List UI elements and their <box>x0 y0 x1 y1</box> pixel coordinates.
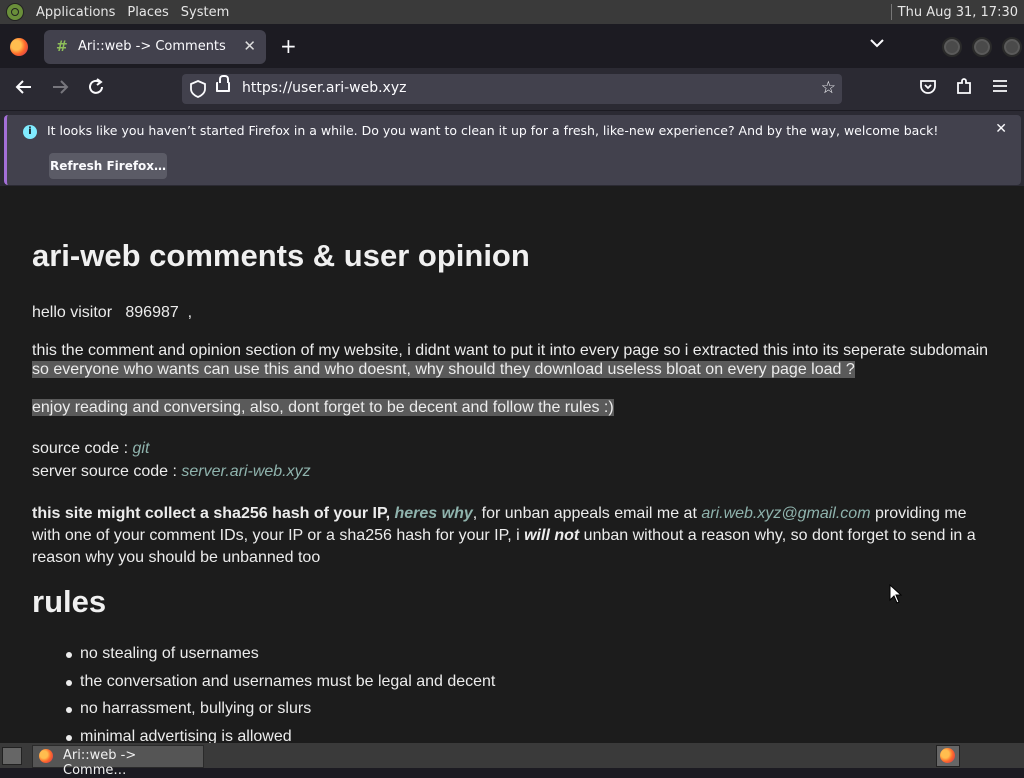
bookmark-star-icon[interactable]: ☆ <box>821 78 836 98</box>
show-desktop-icon[interactable] <box>2 747 22 765</box>
git-link[interactable]: git <box>133 440 150 457</box>
will-not-emphasis: will not <box>524 527 580 544</box>
rule-item: no harrassment, bullying or slurs <box>65 700 495 728</box>
minimize-window-icon[interactable] <box>942 37 962 57</box>
privacy-tail: providing me <box>870 505 967 522</box>
intro-line-2: so everyone who wants can use this and w… <box>32 360 855 379</box>
source-code-line: source code : git <box>32 439 149 458</box>
server-link[interactable]: server.ari-web.xyz <box>181 463 310 480</box>
visitor-prefix: hello visitor <box>32 304 113 321</box>
back-arrow-icon[interactable] <box>12 78 36 101</box>
tab-strip: # Ari::web -> Comments ✕ + <box>0 24 1024 68</box>
url-text[interactable]: https://user.ari-web.xyz <box>242 80 406 96</box>
rules-heading: rules <box>32 584 107 619</box>
notification-message: It looks like you haven’t started Firefo… <box>47 123 939 138</box>
visitor-id: 896987 <box>125 304 179 321</box>
rule-item: no stealing of usernames <box>65 645 495 673</box>
menu-places[interactable]: Places <box>127 5 168 20</box>
privacy-notice: this site might collect a sha256 hash of… <box>32 503 992 569</box>
page-title: ari-web comments & user opinion <box>32 238 530 273</box>
intro-line-1: this the comment and opinion section of … <box>32 342 989 359</box>
visitor-suffix: , <box>187 304 193 321</box>
enjoy-text: enjoy reading and conversing, also, dont… <box>32 399 614 416</box>
close-tab-icon[interactable]: ✕ <box>243 37 256 55</box>
refresh-firefox-button[interactable]: Refresh Firefox… <box>49 153 167 179</box>
pocket-icon[interactable] <box>916 78 940 101</box>
server-label: server source code : <box>32 463 182 480</box>
visitor-greeting: hello visitor 896987 , <box>32 303 192 322</box>
clock[interactable]: Thu Aug 31, 17:30 <box>898 5 1018 20</box>
menu-applications[interactable]: Applications <box>36 5 115 20</box>
favicon-icon: # <box>56 39 68 55</box>
tab-comments[interactable]: # Ari::web -> Comments ✕ <box>44 30 266 64</box>
panel-separator <box>890 4 892 20</box>
firefox-workspace-icon <box>940 748 955 763</box>
lock-icon[interactable] <box>216 75 230 92</box>
taskbar-window-title: Ari::web -> Comme… <box>63 748 137 778</box>
tab-title: Ari::web -> Comments <box>78 39 226 54</box>
navigation-toolbar: https://user.ari-web.xyz ☆ <box>0 68 1024 110</box>
privacy-bold: this site might collect a sha256 hash of… <box>32 505 391 522</box>
rule-item: minimal advertising is allowed <box>65 728 495 743</box>
distro-logo-icon[interactable] <box>6 3 24 21</box>
url-bar[interactable]: https://user.ari-web.xyz ☆ <box>182 74 842 104</box>
tracking-protection-shield-icon[interactable] <box>190 80 206 102</box>
new-tab-icon[interactable]: + <box>280 36 297 56</box>
reload-icon[interactable] <box>84 78 108 101</box>
intro-line-2-text: so everyone who wants can use this and w… <box>32 361 855 378</box>
privacy-line2b: unban without a reason why, so dont forg… <box>579 527 976 544</box>
privacy-line3: reason why you should be unbanned too <box>32 549 321 566</box>
notification-bar: i It looks like you haven’t started Fire… <box>0 110 1024 187</box>
enjoy-line: enjoy reading and conversing, also, dont… <box>32 398 614 417</box>
list-tabs-chevron-icon[interactable] <box>870 36 884 52</box>
forward-arrow-icon[interactable] <box>48 78 72 101</box>
server-source-line: server source code : server.ari-web.xyz <box>32 462 311 481</box>
bottom-taskbar: Ari::web -> Comme… <box>0 743 1024 778</box>
page-content: ari-web comments & user opinion hello vi… <box>0 186 1024 743</box>
rules-list: no stealing of usernames the conversatio… <box>65 645 495 743</box>
source-label: source code : <box>32 440 133 457</box>
extensions-puzzle-icon[interactable] <box>952 78 976 101</box>
menu-system[interactable]: System <box>181 5 229 20</box>
workspace-switcher[interactable] <box>936 745 960 767</box>
firefox-view-icon[interactable] <box>10 38 28 56</box>
rule-item: the conversation and usernames must be l… <box>65 673 495 701</box>
privacy-mid: , for unban appeals email me at <box>472 505 702 522</box>
hamburger-menu-icon[interactable] <box>988 78 1012 98</box>
taskbar-window-button[interactable]: Ari::web -> Comme… <box>32 745 204 778</box>
close-notification-icon[interactable]: ✕ <box>995 121 1007 137</box>
close-window-icon[interactable] <box>1002 37 1022 57</box>
system-top-panel: Applications Places System Thu Aug 31, 1… <box>0 0 1024 24</box>
firefox-icon <box>39 749 53 763</box>
heres-why-link[interactable]: heres why <box>395 505 473 522</box>
maximize-window-icon[interactable] <box>972 37 992 57</box>
refresh-firefox-notification: i It looks like you haven’t started Fire… <box>4 115 1021 185</box>
privacy-line2a: with one of your comment IDs, your IP or… <box>32 527 525 544</box>
info-icon: i <box>23 125 37 139</box>
email-link[interactable]: ari.web.xyz@gmail.com <box>701 505 870 522</box>
